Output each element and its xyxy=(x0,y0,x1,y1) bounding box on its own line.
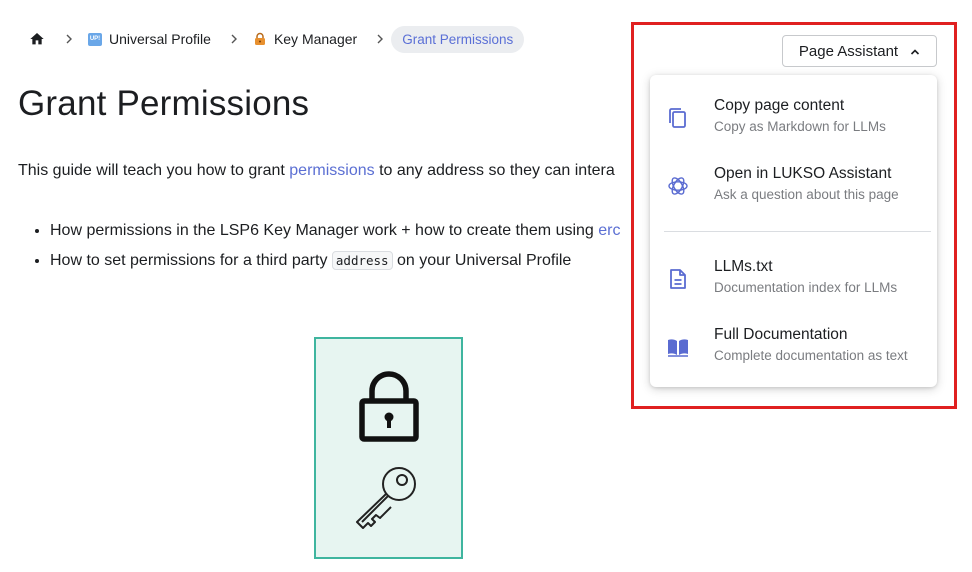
menu-item-description: Documentation index for LLMs xyxy=(714,280,898,295)
menu-item-copy-page-content[interactable]: Copy page content Copy as Markdown for L… xyxy=(650,96,937,158)
breadcrumb: UP! Universal Profile Key Manager Grant … xyxy=(28,24,525,54)
breadcrumb-label: Universal Profile xyxy=(109,31,211,47)
menu-item-label: Copy page content xyxy=(714,97,845,114)
page-assistant-button[interactable]: Page Assistant xyxy=(782,35,937,67)
address-code: address xyxy=(331,251,393,270)
menu-item-description: Copy as Markdown for LLMs xyxy=(714,119,886,134)
lock-icon xyxy=(253,32,267,46)
menu-item-description: Complete documentation as text xyxy=(714,348,908,363)
openai-icon xyxy=(666,174,690,198)
breadcrumb-item-key-manager[interactable]: Key Manager xyxy=(253,31,357,47)
book-icon xyxy=(666,335,690,359)
menu-item-label: Full Documentation xyxy=(714,326,848,343)
chevron-right-icon xyxy=(375,33,385,45)
bullet-text: How permissions in the LSP6 Key Manager … xyxy=(50,222,599,239)
guide-bullet-list: How permissions in the LSP6 Key Manager … xyxy=(50,220,621,280)
intro-text: to any address so they can intera xyxy=(374,162,615,179)
menu-item-full-documentation[interactable]: Full Documentation Complete documentatio… xyxy=(650,325,937,387)
menu-divider xyxy=(664,231,931,232)
menu-item-description: Ask a question about this page xyxy=(714,187,899,202)
page-title: Grant Permissions xyxy=(18,84,310,123)
menu-item-llms-txt[interactable]: LLMs.txt Documentation index for LLMs xyxy=(650,257,937,319)
page-assistant-label: Page Assistant xyxy=(798,42,899,60)
menu-item-label: Open in LUKSO Assistant xyxy=(714,165,892,182)
intro-paragraph: This guide will teach you how to grant p… xyxy=(18,162,615,180)
up-icon: UP! xyxy=(88,32,102,46)
chevron-right-icon xyxy=(64,33,74,45)
copy-icon xyxy=(666,106,690,130)
page-assistant-menu: Copy page content Copy as Markdown for L… xyxy=(650,75,937,387)
chevron-up-icon xyxy=(910,43,920,60)
menu-item-label: LLMs.txt xyxy=(714,258,773,275)
menu-item-open-in-lukso-assistant[interactable]: Open in LUKSO Assistant Ask a question a… xyxy=(650,164,937,226)
breadcrumb-item-universal-profile[interactable]: UP! Universal Profile xyxy=(88,31,211,47)
permissions-link[interactable]: permissions xyxy=(289,162,374,179)
bullet-text: How to set permissions for a third party xyxy=(50,252,332,269)
document-icon xyxy=(666,267,690,291)
list-item: How permissions in the LSP6 Key Manager … xyxy=(50,220,621,242)
list-item: How to set permissions for a third party… xyxy=(50,250,621,272)
bullet-text: on your Universal Profile xyxy=(392,252,572,269)
chevron-right-icon xyxy=(229,33,239,45)
permissions-illustration xyxy=(314,337,463,559)
erc-link[interactable]: erc xyxy=(598,222,620,239)
breadcrumb-label: Key Manager xyxy=(273,31,358,47)
intro-text: This guide will teach you how to grant xyxy=(18,162,290,179)
breadcrumb-item-current: Grant Permissions xyxy=(391,25,525,53)
padlock-icon xyxy=(359,371,419,442)
home-icon[interactable] xyxy=(28,30,46,48)
key-icon xyxy=(356,467,416,529)
